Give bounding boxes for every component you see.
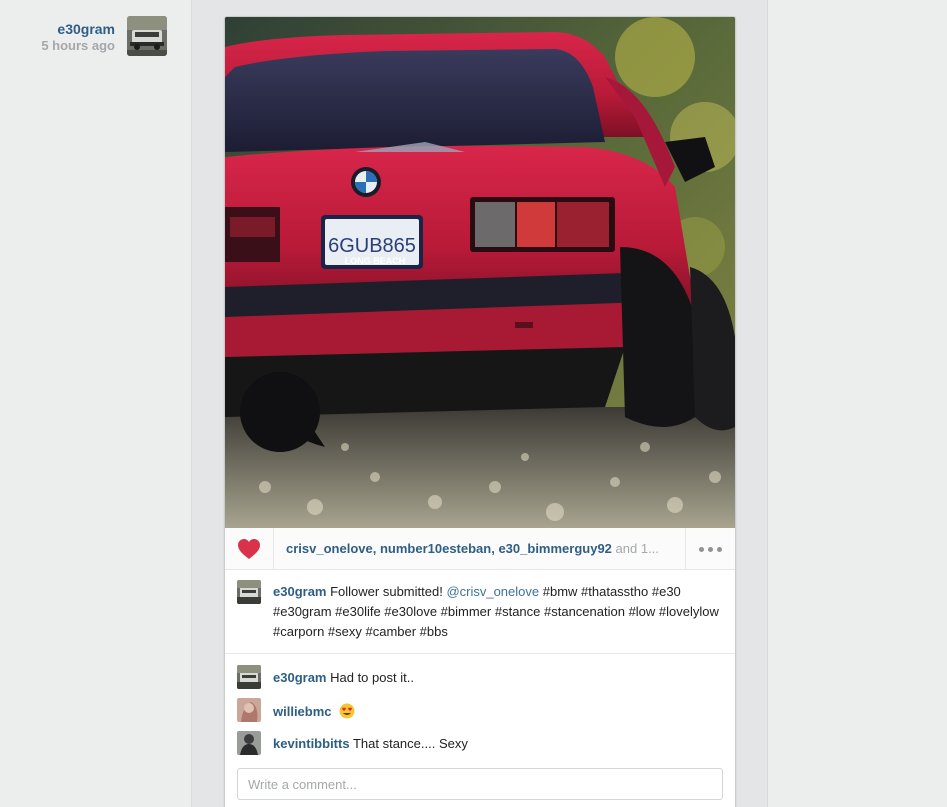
likers-overflow[interactable]: and 1... [616,541,659,556]
comment-avatar[interactable] [237,698,261,722]
caption-username-link[interactable]: e30gram [273,584,326,599]
comment-avatar[interactable] [237,665,261,689]
comment-item: e30gram Had to post it.. [225,665,735,698]
comment-item: kevintibbitts That stance.... Sexy [225,731,735,764]
comment-avatar[interactable] [237,731,261,755]
ellipsis-icon [708,546,713,552]
likes-bar: crisv_onelove, number10esteban, e30_bimm… [225,528,735,570]
ellipsis-icon [699,546,704,552]
comment-username-link[interactable]: kevintibbitts [273,736,350,751]
post-caption: e30gram Follower submitted! @crisv_onelo… [225,570,735,654]
caption-text: e30gram Follower submitted! @crisv_onelo… [273,582,723,642]
liker-link[interactable]: number10esteban [380,541,491,556]
comment-item: williebmc [225,698,735,731]
liker-link[interactable]: crisv_onelove [286,541,373,556]
column-divider-right [767,0,768,807]
comment-body: Had to post it.. [330,670,414,685]
comment-username-link[interactable]: williebmc [273,704,332,719]
heart-eyes-emoji-icon [339,703,355,719]
post-timestamp: 5 hours ago [41,38,115,53]
owner-avatar[interactable] [127,16,167,56]
likers-list: crisv_onelove, number10esteban, e30_bimm… [286,541,659,556]
license-plate-number: 6GUB865 [328,235,416,257]
license-plate-frame: LONG BEACH [345,256,406,266]
post-card: 6GUB865 LONG BEACH crisv_onelove, number… [224,16,736,807]
comment-username-link[interactable]: e30gram [273,670,326,685]
more-options-button[interactable] [685,528,735,570]
heart-icon [238,539,260,559]
caption-mention-link[interactable]: @crisv_onelove [446,584,539,599]
caption-avatar[interactable] [237,580,261,604]
comment-body: That stance.... Sexy [352,736,468,751]
column-divider-left [191,0,192,807]
like-button[interactable] [225,528,274,570]
post-owner: e30gram 5 hours ago [0,16,168,56]
owner-username-link[interactable]: e30gram [57,21,115,37]
liker-link[interactable]: e30_bimmerguy92 [498,541,611,556]
post-photo[interactable]: 6GUB865 LONG BEACH [225,17,735,528]
ellipsis-icon [717,546,722,552]
caption-body-start: Follower submitted! [330,584,447,599]
comment-input[interactable] [237,768,723,800]
